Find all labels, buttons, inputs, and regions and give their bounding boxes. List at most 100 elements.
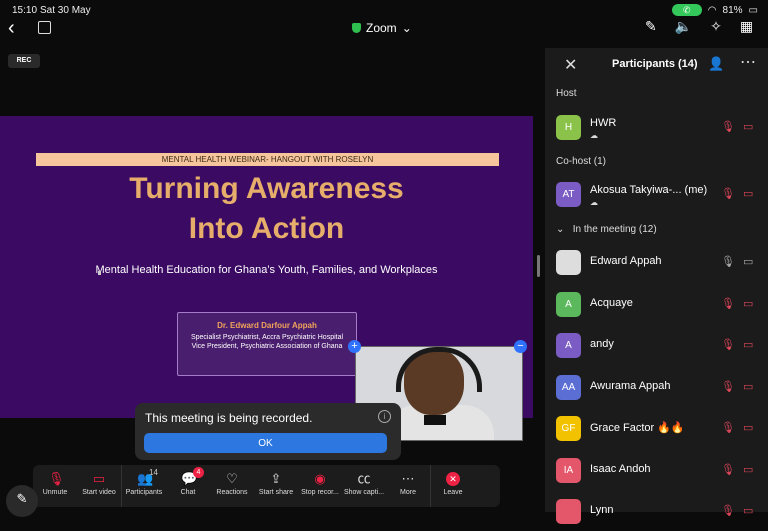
chevron-down-icon: ⌄ [401,21,412,35]
participant-row[interactable]: IA Isaac Andoh 🎙 ▭ [545,452,768,490]
participant-row[interactable]: GF Grace Factor 🔥🔥 🎙 ▭ [545,410,768,448]
back-chevron-icon[interactable]: ‹ [8,18,15,38]
mic-icon[interactable]: 🎙 [721,255,735,268]
participant-row-cohost[interactable]: AT Akosua Takyiwa-... (me) ☁ 🎙 ▭ [545,176,768,214]
muted-mic-icon[interactable]: 🎙 [721,504,735,517]
participants-label: Participants [125,489,163,496]
cursor-icon [98,271,101,275]
app-title: Zoom [366,21,397,35]
more-icon: ⋯ [401,471,415,486]
wifi-icon: ◠ [707,4,717,16]
cloud-icon: ☁ [590,131,598,140]
participants-panel: ✕ Participants (14) 👤 ⋯ Host H HWR ☁ 🎙 ▭… [545,48,768,524]
video-off-icon[interactable]: ▭ [743,120,753,133]
muted-mic-icon[interactable]: 🎙 [721,338,735,351]
captions-icon: ㏄ [357,471,371,486]
speaker-icon[interactable]: 🔈 [675,18,692,35]
more-options-icon[interactable]: ⋯ [740,52,756,72]
avatar [556,250,581,275]
participants-button[interactable]: 14 👥 Participants [121,465,166,507]
host-header: Host [556,88,577,99]
avatar: A [556,291,581,317]
chevron-down-icon: ⌄ [556,224,565,235]
panel-header: ✕ Participants (14) 👤 ⋯ [545,48,768,82]
video-icon[interactable]: ▭ [743,255,753,268]
expand-video-icon[interactable]: + [348,340,361,353]
video-off-icon[interactable]: ▭ [743,463,753,476]
video-off-icon[interactable]: ▭ [743,297,753,310]
stop-recording-label: Stop recor... [301,489,339,496]
captions-button[interactable]: ㏄ Show capti... [342,465,386,507]
shield-icon [352,23,361,33]
presenter-role-2: Vice President, Psychiatric Association … [191,343,343,350]
panel-title: Participants (14) [612,58,698,70]
cohost-header: Co-host (1) [556,156,607,167]
stop-recording-button[interactable]: ◉ Stop recor... [298,465,342,507]
muted-mic-icon[interactable]: 🎙 [721,463,735,476]
call-pill-icon[interactable]: ✆ [671,4,702,16]
video-off-icon[interactable]: ▭ [743,380,753,393]
participant-row[interactable]: AA Awurama Appah 🎙 ▭ [545,369,768,407]
slide-title-line2: Into Action [188,212,345,245]
chat-button[interactable]: 4 💬 Chat [166,465,210,507]
avatar: AA [556,374,581,400]
avatar: AT [556,182,581,207]
info-icon[interactable]: i [378,410,391,423]
avatar: H [556,115,581,140]
annotation-pencil-icon[interactable]: ✎ [6,485,38,517]
participant-name: andy [590,338,614,350]
video-off-icon[interactable]: ▭ [743,421,753,434]
rec-badge: REC [8,54,40,68]
meeting-toolbar: 🎙 Unmute ▭ Start video 14 👥 Participants… [33,465,500,507]
presenter-card: Dr. Edward Darfour Appah Specialist Psyc… [177,312,357,376]
participant-row[interactable]: Aandy 🎙 ▭ [545,327,768,365]
participant-row[interactable]: Lynn 🎙 ▭ [545,493,768,531]
participants-count: 14 [149,468,158,477]
meeting-title[interactable]: Zoom ⌄ [352,21,412,35]
muted-mic-icon[interactable]: 🎙 [721,297,735,310]
recording-notice: This meeting is being recorded. i OK [135,403,401,460]
in-meeting-header[interactable]: ⌄ In the meeting (12) [556,224,657,235]
sparkle-icon[interactable]: ✧ [710,18,722,35]
leave-button[interactable]: ✕ Leave [430,465,475,507]
avatar: GF [556,416,581,441]
grid-icon[interactable]: ▦ [740,18,753,35]
participant-row[interactable]: Edward Appah 🎙 ▭ [545,244,768,282]
leave-label: Leave [443,489,463,496]
ok-button[interactable]: OK [144,433,387,453]
start-share-label: Start share [258,489,294,496]
battery-icon: ▭ [748,4,758,16]
minimize-video-icon[interactable]: − [514,340,527,353]
participant-row-host[interactable]: H HWR ☁ 🎙 ▭ [545,109,768,147]
muted-mic-icon[interactable]: 🎙 [721,380,735,393]
start-share-button[interactable]: ⇪ Start share [254,465,298,507]
participant-name: HWR [590,117,617,129]
more-label: More [400,489,416,496]
annotate-icon[interactable]: ✎ [645,18,657,35]
more-button[interactable]: ⋯ More [386,465,430,507]
status-date: Sat 30 May [40,5,91,16]
muted-mic-icon[interactable]: 🎙 [721,120,735,133]
muted-mic-icon: 🎙 [48,471,65,486]
close-icon[interactable]: ✕ [564,55,577,75]
invite-icon[interactable]: 👤 [708,56,724,72]
participant-name: Isaac Andoh [590,462,651,475]
participant-row[interactable]: A Acquaye 🎙 ▭ [545,286,768,324]
reactions-button[interactable]: ♡ Reactions [210,465,254,507]
participant-name: Akosua Takyiwa-... (me) [590,184,708,196]
video-off-icon[interactable]: ▭ [743,504,753,517]
slide-title-line1: Turning Awareness [129,172,404,205]
muted-mic-icon[interactable]: 🎙 [721,421,735,434]
start-video-button[interactable]: ▭ Start video [77,465,121,507]
status-time: 15:10 [12,5,38,16]
slide-banner: MENTAL HEALTH WEBINAR- HANGOUT WITH ROSE… [36,153,499,166]
video-off-icon[interactable]: ▭ [743,187,753,200]
video-off-icon[interactable]: ▭ [743,338,753,351]
panel-resize-handle[interactable] [537,255,540,277]
bowtie [424,415,446,425]
picture-in-picture-icon[interactable] [38,21,51,34]
muted-mic-icon[interactable]: 🎙 [721,187,735,200]
share-icon: ⇪ [270,471,282,486]
leave-icon: ✕ [446,472,460,486]
unmute-button[interactable]: 🎙 Unmute [33,465,77,507]
